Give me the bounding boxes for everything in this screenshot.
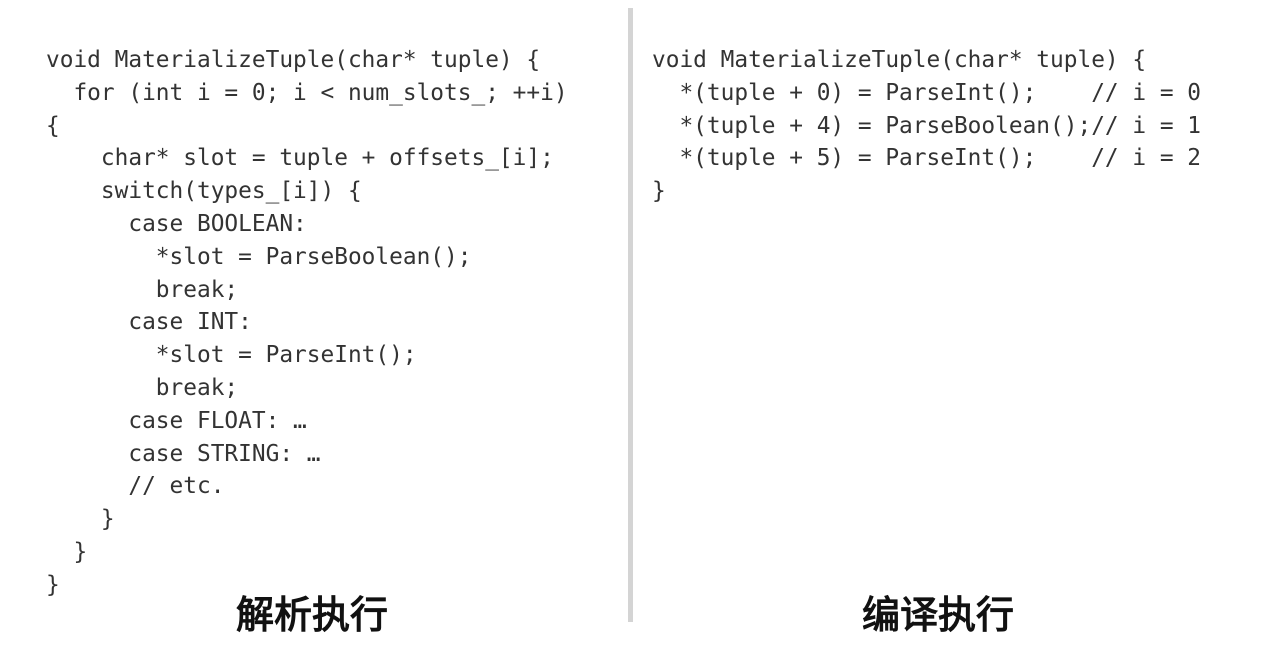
interpreted-execution-panel: void MaterializeTuple(char* tuple) { for… [0,0,628,656]
compiled-execution-panel: void MaterializeTuple(char* tuple) { *(t… [634,0,1280,656]
interpreted-code-block: void MaterializeTuple(char* tuple) { for… [46,47,568,598]
panel-divider [628,8,633,622]
compiled-code-block: void MaterializeTuple(char* tuple) { *(t… [652,47,1201,205]
interpreted-caption: 解析执行 [236,593,389,637]
compiled-caption: 编译执行 [862,593,1015,637]
